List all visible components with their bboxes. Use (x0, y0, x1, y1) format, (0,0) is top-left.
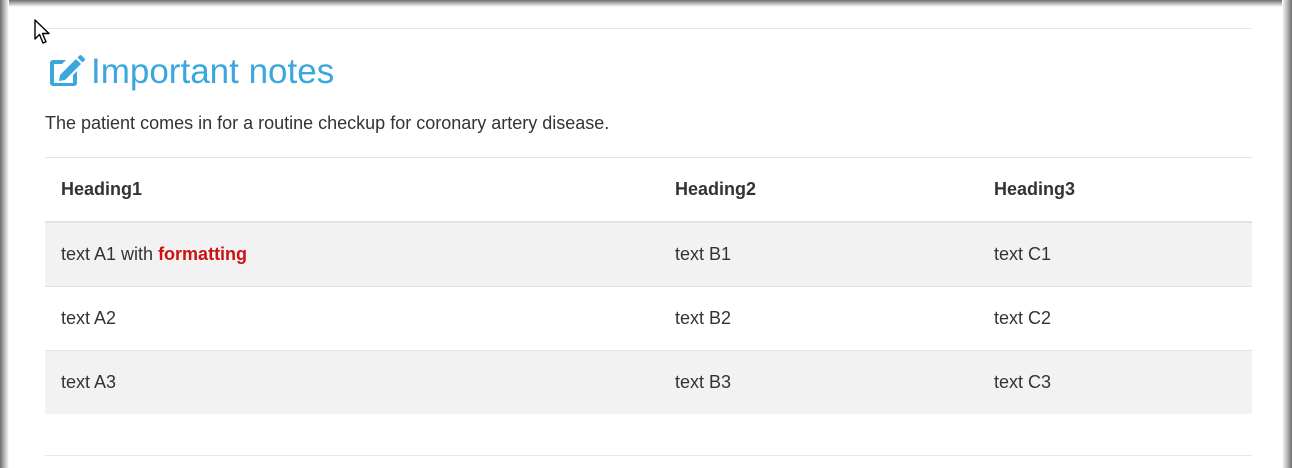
column-header-1: Heading1 (45, 157, 659, 223)
edit-note-icon (50, 55, 85, 86)
table-cell-c3: text C3 (978, 350, 1252, 414)
table-cell-c1: text C1 (978, 221, 1252, 287)
table-cell-b3: text B3 (659, 350, 978, 414)
section-header: Important notes (45, 52, 334, 92)
cell-emphasis-text: formatting (158, 244, 248, 264)
window-shadow-top (0, 0, 1292, 7)
notes-table: Heading1 Heading2 Heading3 text A1 with … (45, 157, 1252, 414)
table-row: text A1 with formatting text B1 text C1 (45, 221, 1252, 287)
table-cell-b2: text B2 (659, 286, 978, 351)
bottom-divider (45, 455, 1252, 456)
window-shadow-right (1282, 0, 1292, 468)
table-row: text A2 text B2 text C2 (45, 286, 1252, 351)
table-cell-a3: text A3 (45, 350, 659, 414)
table-cell-b1: text B1 (659, 221, 978, 287)
table-cell-a2: text A2 (45, 286, 659, 351)
mouse-cursor-icon (34, 19, 50, 44)
table-header-row: Heading1 Heading2 Heading3 (45, 157, 1252, 223)
column-header-2: Heading2 (659, 157, 978, 223)
window-shadow-left (0, 0, 9, 468)
table-cell-a1: text A1 with formatting (45, 221, 659, 287)
table-cell-c2: text C2 (978, 286, 1252, 351)
column-header-3: Heading3 (978, 157, 1252, 223)
section-title: Important notes (91, 52, 335, 91)
table-row: text A3 text B3 text C3 (45, 350, 1252, 414)
section-description: The patient comes in for a routine check… (45, 113, 610, 133)
top-divider (45, 28, 1252, 29)
notes-panel: Important notes The patient comes in for… (0, 0, 1292, 468)
cell-text: text A1 with (61, 244, 159, 264)
